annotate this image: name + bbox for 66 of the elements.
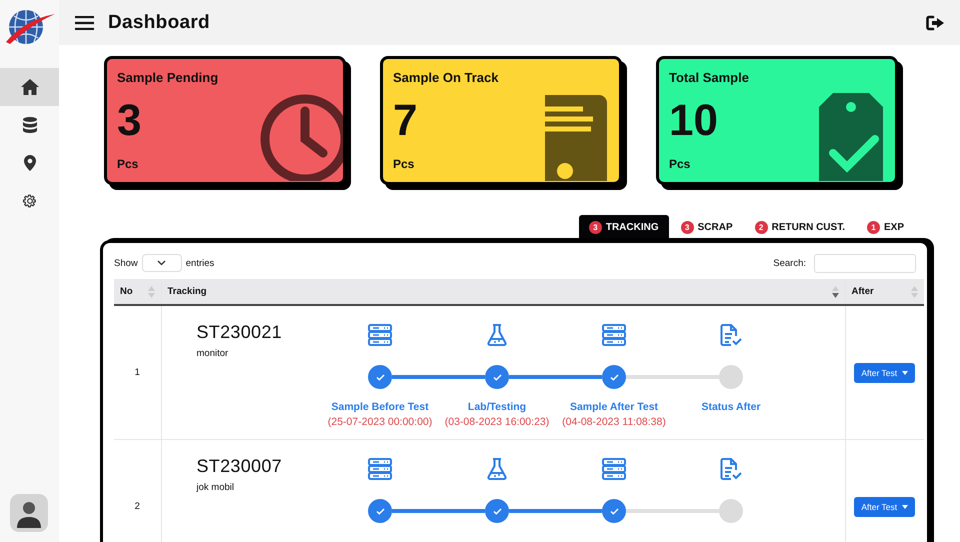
card-unit: Pcs xyxy=(669,157,692,171)
flask-icon xyxy=(487,324,507,346)
check-icon xyxy=(492,508,502,514)
check-icon xyxy=(610,374,618,380)
sample-name: jok mobil xyxy=(196,482,235,493)
step-date: (25-07-2023 00:00:00) xyxy=(328,416,432,428)
server-icon xyxy=(602,458,626,480)
card-unit: Pcs xyxy=(393,157,416,171)
column-header[interactable]: Tracking xyxy=(161,279,845,305)
server-icon xyxy=(602,324,626,346)
caret-icon xyxy=(902,370,908,374)
search-label: Search: xyxy=(773,258,806,268)
database-icon xyxy=(22,117,36,133)
settings-icon xyxy=(22,194,36,208)
menu-icon[interactable] xyxy=(75,16,94,30)
card-value: 3 xyxy=(117,99,142,147)
tab[interactable]: 1 EXP xyxy=(856,215,914,239)
sort-descending-icon[interactable] xyxy=(832,284,838,298)
caret-icon xyxy=(902,504,908,508)
tab[interactable]: 2 RETURN CUST. xyxy=(744,215,855,239)
page-title: Dashboard xyxy=(108,12,211,34)
sample-name: monitor xyxy=(196,348,230,359)
count-badge: 1 xyxy=(866,220,880,234)
check-icon xyxy=(610,508,618,514)
user-avatar[interactable] xyxy=(10,494,48,532)
entries-label: entries xyxy=(186,258,214,268)
count-badge: 2 xyxy=(754,220,768,234)
tab[interactable]: 3 SCRAP xyxy=(670,215,743,239)
server-icon xyxy=(368,324,392,346)
flask-icon xyxy=(487,458,507,480)
sidebar-item[interactable] xyxy=(0,68,59,106)
after-test-dropdown[interactable]: After Test xyxy=(854,496,916,516)
check-icon xyxy=(376,374,384,380)
step-date: (04-08-2023 11:08:38) xyxy=(562,416,666,428)
map-pin-icon xyxy=(24,155,36,171)
count-badge: 3 xyxy=(588,220,602,234)
row-number: 2 xyxy=(114,440,161,542)
server-icon xyxy=(368,458,392,480)
card-value: 7 xyxy=(393,99,418,147)
tab[interactable]: 3 TRACKING xyxy=(578,215,669,239)
card-title: Sample On Track xyxy=(393,70,500,85)
check-icon xyxy=(492,374,502,380)
column-header[interactable]: After xyxy=(845,279,924,305)
count-badge: 3 xyxy=(680,220,694,234)
show-label: Show xyxy=(114,258,138,268)
card-title: Sample Pending xyxy=(117,70,220,85)
sample-code: ST230021 xyxy=(196,322,283,343)
step-label: Lab/Testing xyxy=(468,401,526,413)
step-label: Sample After Test xyxy=(570,401,658,413)
column-header[interactable]: No xyxy=(114,279,161,305)
card-value: 10 xyxy=(669,99,718,147)
card-unit: Pcs xyxy=(117,157,140,171)
logout-icon[interactable] xyxy=(926,14,946,30)
home-icon xyxy=(20,79,38,95)
step-label: Sample Before Test xyxy=(331,401,429,413)
sample-code: ST230007 xyxy=(196,456,283,477)
step-label: Status After xyxy=(701,401,761,413)
chevron-down-icon xyxy=(157,260,166,266)
step-date: (03-08-2023 16:00:23) xyxy=(444,416,550,428)
search-field[interactable] xyxy=(814,254,916,272)
card-title: Total Sample xyxy=(669,70,750,85)
after-test-dropdown[interactable]: After Test xyxy=(854,362,916,382)
row-number: 1 xyxy=(114,305,161,440)
check-icon xyxy=(376,508,384,514)
document-check-icon xyxy=(720,324,742,346)
document-check-icon xyxy=(720,458,742,480)
